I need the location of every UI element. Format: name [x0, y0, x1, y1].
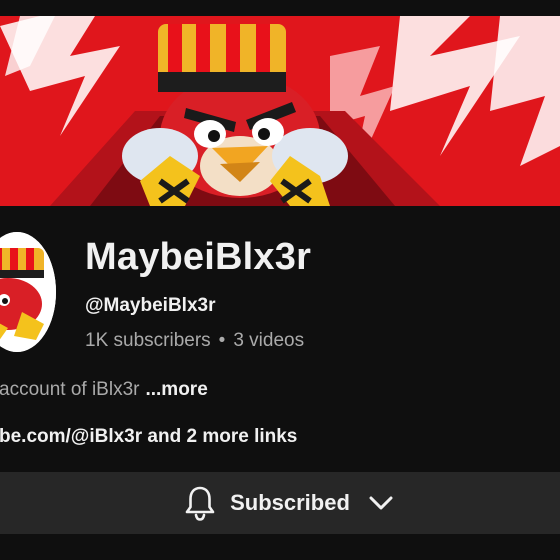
bottom-strip	[0, 534, 560, 560]
channel-description[interactable]: account of iBlx3r ...more	[0, 377, 208, 403]
channel-banner	[0, 16, 560, 206]
channel-stats: 1K subscribers • 3 videos	[85, 329, 304, 353]
subscribed-label: Subscribed	[230, 490, 350, 515]
primary-link[interactable]: be.com/@iBlx3r	[0, 426, 142, 447]
subscribed-button[interactable]: Subscribed	[0, 472, 560, 534]
bell-icon	[185, 486, 215, 521]
more-link[interactable]: ...more	[145, 379, 207, 400]
video-count: 3 videos	[233, 330, 305, 351]
channel-name: MaybeiBlx3r	[85, 236, 312, 278]
more-links-label[interactable]: and 2 more links	[147, 426, 297, 447]
top-bar	[0, 0, 560, 16]
avatar-artwork	[0, 232, 56, 352]
channel-avatar[interactable]	[0, 232, 56, 352]
subscriber-count: 1K subscribers	[85, 330, 211, 351]
stats-separator: •	[218, 330, 226, 351]
channel-links[interactable]: be.com/@iBlx3r and 2 more links	[0, 424, 297, 450]
channel-handle: @MaybeiBlx3r	[85, 295, 216, 316]
description-text: account of iBlx3r	[0, 379, 140, 400]
channel-page: MaybeiBlx3r @MaybeiBlx3r 1K subscribers •…	[0, 0, 560, 560]
chevron-down-icon	[369, 496, 393, 510]
banner-artwork	[0, 16, 560, 206]
